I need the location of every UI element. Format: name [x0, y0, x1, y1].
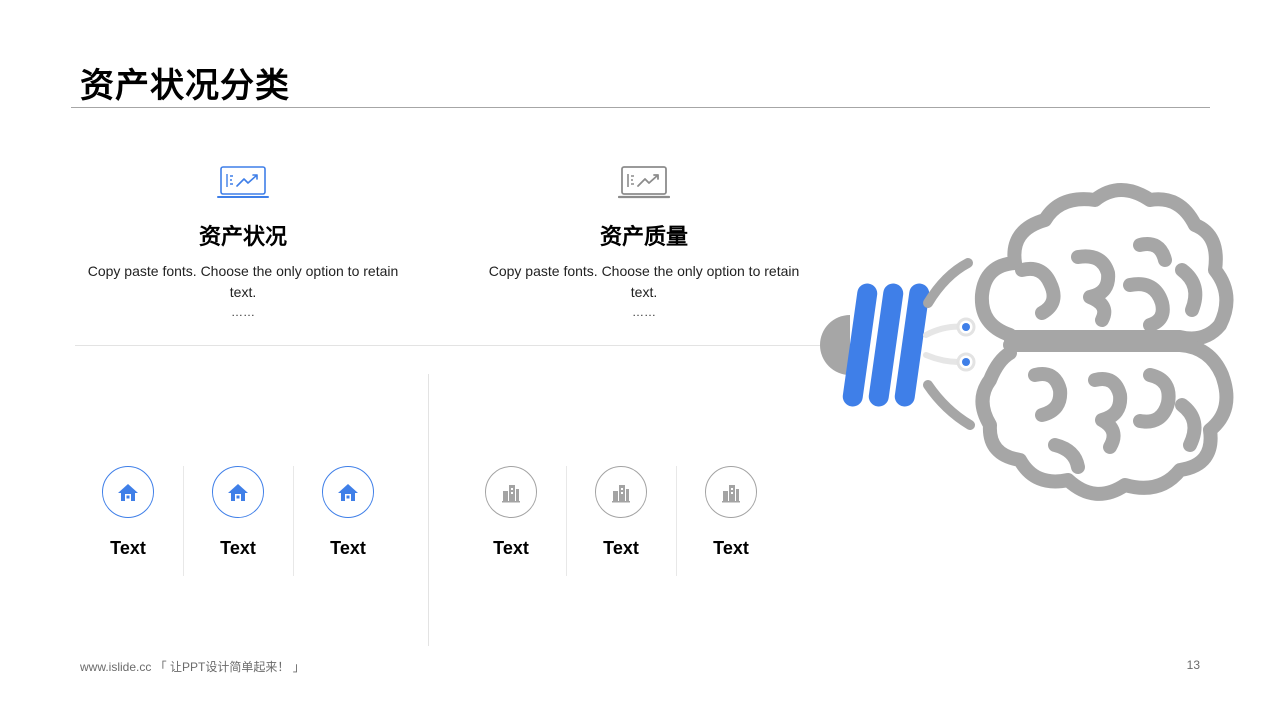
list-item: Text [676, 466, 786, 559]
icon-circle [705, 466, 757, 518]
item-label: Text [493, 538, 529, 558]
list-item: Text [566, 466, 676, 559]
brain-lightbulb-illustration [820, 183, 1234, 501]
buildings-icon [502, 485, 520, 503]
column-ellipsis: …… [632, 305, 656, 319]
page-number: 13 [1186, 658, 1200, 672]
category-column-status: 资产状况 Copy paste fonts. Choose the only o… [83, 165, 403, 319]
list-item: Text [293, 466, 403, 559]
page-title: 资产状况分类 [80, 66, 290, 106]
house-icon [338, 484, 358, 501]
icon-circle [102, 466, 154, 518]
house-icon [228, 484, 248, 501]
buildings-icon [612, 485, 630, 503]
footer-text: www.islide.cc 「 让PPT设计简单起来！ 」 [80, 660, 305, 674]
title-divider [71, 107, 1210, 108]
item-label: Text [713, 538, 749, 558]
column-description: Copy paste fonts. Choose the only option… [87, 263, 399, 300]
icon-circle [485, 466, 537, 518]
column-heading: 资产状况 [198, 225, 287, 250]
list-item: Text [73, 466, 183, 559]
item-label: Text [110, 538, 146, 558]
item-label: Text [603, 538, 639, 558]
laptop-chart-icon [618, 166, 670, 199]
item-label: Text [220, 538, 256, 558]
icon-circle [212, 466, 264, 518]
list-item: Text [456, 466, 566, 559]
column-ellipsis: …… [231, 305, 255, 319]
item-label: Text [330, 538, 366, 558]
house-icon [118, 484, 138, 501]
laptop-chart-icon [217, 166, 269, 198]
icon-circle [595, 466, 647, 518]
section-divider [75, 345, 820, 346]
column-description: Copy paste fonts. Choose the only option… [488, 263, 800, 300]
column-heading: 资产质量 [599, 225, 688, 250]
category-column-quality: 资产质量 Copy paste fonts. Choose the only o… [484, 165, 804, 319]
list-item: Text [183, 466, 293, 559]
buildings-icon [722, 485, 740, 503]
icon-circle [322, 466, 374, 518]
vertical-divider [428, 374, 429, 646]
